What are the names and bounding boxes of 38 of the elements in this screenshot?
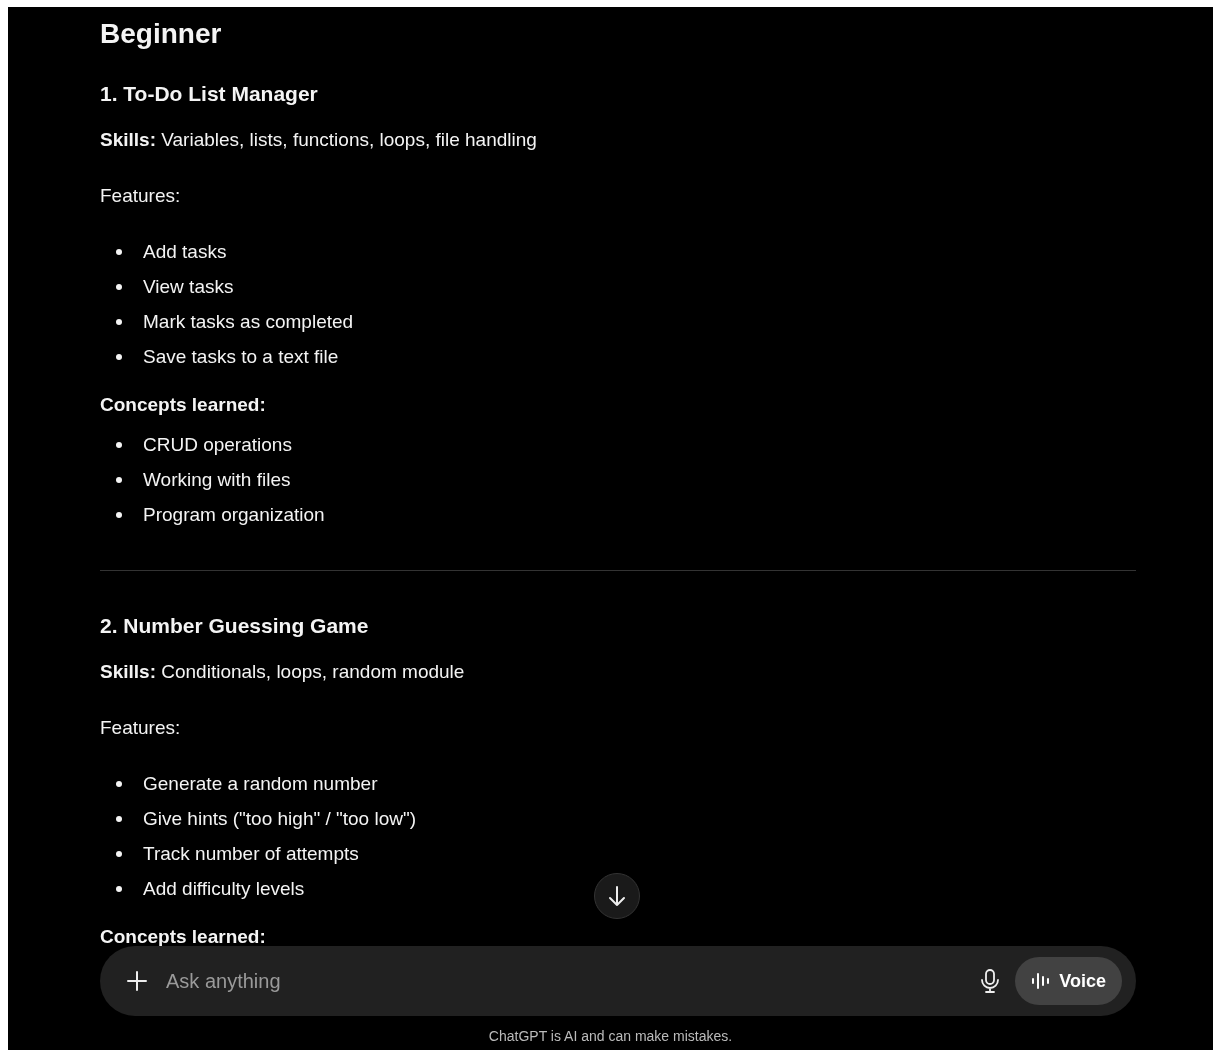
bullet-icon: [116, 886, 122, 892]
bullet-icon: [116, 512, 122, 518]
concepts-label: Concepts learned:: [100, 393, 266, 417]
bullet-icon: [116, 781, 122, 787]
list-item: Add difficulty levels: [143, 876, 305, 902]
skills-text: Skills: Conditionals, loops, random module: [100, 660, 465, 684]
section-heading: Beginner: [100, 17, 222, 51]
features-label: Features:: [100, 716, 181, 740]
list-item: Give hints ("too high" / "too low"): [143, 806, 417, 832]
list-item: Save tasks to a text file: [143, 344, 339, 370]
bullet-icon: [116, 319, 122, 325]
bullet-icon: [116, 816, 122, 822]
voice-button[interactable]: Voice: [1015, 957, 1122, 1005]
disclaimer-text: ChatGPT is AI and can make mistakes.: [487, 1027, 734, 1046]
list-item: Generate a random number: [143, 771, 378, 797]
bullet-icon: [116, 851, 122, 857]
list-item: CRUD operations: [143, 432, 292, 458]
scroll-down-button[interactable]: [594, 873, 640, 919]
list-item: Working with files: [143, 467, 291, 493]
bullet-icon: [116, 354, 122, 360]
list-item: Program organization: [143, 502, 325, 528]
list-item: Track number of attempts: [143, 841, 359, 867]
project-title: 2. Number Guessing Game: [100, 613, 369, 639]
features-label: Features:: [100, 184, 181, 208]
plus-icon: [126, 970, 148, 992]
skills-text: Skills: Variables, lists, functions, loops, file handling: [100, 128, 537, 152]
bullet-icon: [116, 477, 122, 483]
bullet-icon: [116, 249, 122, 255]
message-field[interactable]: Ask anything Voice: [100, 946, 1136, 1016]
bullet-icon: [116, 284, 122, 290]
arrow-down-icon: [607, 885, 627, 907]
project-title: 1. To-Do List Manager: [100, 81, 318, 107]
bullet-icon: [116, 442, 122, 448]
list-item: Mark tasks as completed: [143, 309, 354, 335]
list-item: View tasks: [143, 274, 234, 300]
list-item: Add tasks: [143, 239, 227, 265]
microphone-icon: [981, 969, 1000, 993]
waveform-icon: [1031, 971, 1052, 991]
